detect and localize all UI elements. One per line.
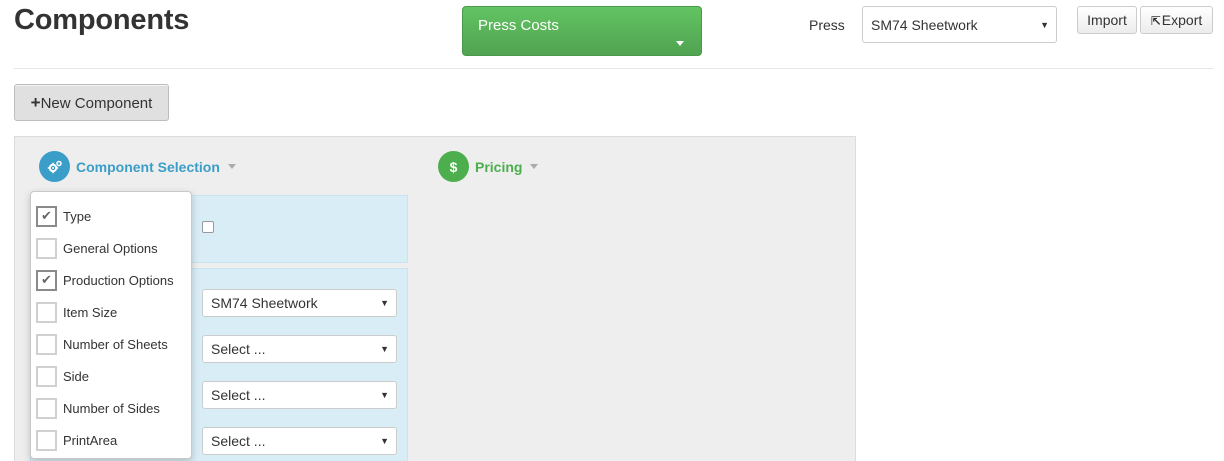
press-option-select[interactable]: SM74 Sheetwork ▼ xyxy=(202,289,397,317)
select-arrow-icon: ▼ xyxy=(1040,19,1049,30)
checkbox-checked[interactable]: ✔ xyxy=(36,269,57,291)
dropdown-item-number-of-sides[interactable]: Number of Sides xyxy=(36,397,160,419)
export-label: Export xyxy=(1161,12,1203,28)
press-costs-button[interactable]: Press Costs xyxy=(462,6,702,56)
dropdown-item-label: General Options xyxy=(63,240,158,256)
select-arrow-icon: ▼ xyxy=(380,436,389,446)
dropdown-item-printarea[interactable]: PrintArea xyxy=(36,429,117,451)
caret-down-icon xyxy=(530,164,539,169)
select-value: Select ... xyxy=(211,387,266,403)
component-selection-title: Component Selection xyxy=(76,158,220,175)
dropdown-item-general-options[interactable]: General Options xyxy=(36,237,158,259)
checkbox[interactable] xyxy=(36,429,57,451)
dropdown-item-type[interactable]: ✔ Type xyxy=(36,205,91,227)
pricing-header[interactable]: $ Pricing xyxy=(438,151,539,182)
select-value: Select ... xyxy=(211,433,266,449)
select-arrow-icon: ▼ xyxy=(380,298,389,308)
import-button[interactable]: Import xyxy=(1077,6,1137,34)
dropdown-item-production-options[interactable]: ✔ Production Options xyxy=(36,269,174,291)
component-selection-header[interactable]: Component Selection xyxy=(39,151,236,182)
checkbox-checked[interactable]: ✔ xyxy=(36,205,57,227)
import-label: Import xyxy=(1087,12,1127,28)
dropdown-item-number-of-sheets[interactable]: Number of Sheets xyxy=(36,333,168,355)
new-component-label: New Component xyxy=(40,95,153,112)
checkbox[interactable] xyxy=(36,301,57,323)
component-selection-dropdown: ✔ Type General Options ✔ Production Opti… xyxy=(30,191,192,459)
header-divider xyxy=(14,68,1214,69)
external-link-icon: ⇱ xyxy=(1150,14,1161,28)
caret-down-icon xyxy=(227,164,236,169)
export-button[interactable]: ⇱Export xyxy=(1140,6,1213,34)
option-select[interactable]: Select ... ▼ xyxy=(202,335,397,363)
dropdown-item-label: Side xyxy=(63,368,90,384)
dropdown-item-label: Number of Sheets xyxy=(63,336,168,352)
dropdown-item-label: Number of Sides xyxy=(63,400,160,416)
cogs-icon xyxy=(39,151,70,182)
dropdown-item-label: Item Size xyxy=(63,304,118,320)
dropdown-item-label: PrintArea xyxy=(63,432,118,448)
press-costs-label: Press Costs xyxy=(478,17,559,34)
dropdown-item-item-size[interactable]: Item Size xyxy=(36,301,117,323)
press-label: Press xyxy=(809,17,845,33)
select-arrow-icon: ▼ xyxy=(380,344,389,354)
dollar-icon: $ xyxy=(438,151,469,182)
caret-down-icon xyxy=(676,41,684,46)
plus-icon: + xyxy=(30,93,41,112)
new-component-button[interactable]: +New Component xyxy=(14,84,169,121)
dropdown-item-side[interactable]: Side xyxy=(36,365,89,387)
dropdown-item-label: Production Options xyxy=(63,272,174,288)
page-title: Components xyxy=(14,4,190,36)
checkbox[interactable] xyxy=(36,397,57,419)
select-value: SM74 Sheetwork xyxy=(211,295,318,311)
select-arrow-icon: ▼ xyxy=(380,390,389,400)
option-select[interactable]: Select ... ▼ xyxy=(202,427,397,455)
press-select-value: SM74 Sheetwork xyxy=(871,16,978,33)
option-select[interactable]: Select ... ▼ xyxy=(202,381,397,409)
pricing-title: Pricing xyxy=(475,158,523,175)
checkbox[interactable] xyxy=(36,333,57,355)
press-select[interactable]: SM74 Sheetwork ▼ xyxy=(862,6,1057,43)
type-checkbox[interactable] xyxy=(202,221,214,233)
checkbox[interactable] xyxy=(36,237,57,259)
select-value: Select ... xyxy=(211,341,266,357)
checkbox[interactable] xyxy=(36,365,57,387)
dropdown-item-label: Type xyxy=(63,208,92,224)
